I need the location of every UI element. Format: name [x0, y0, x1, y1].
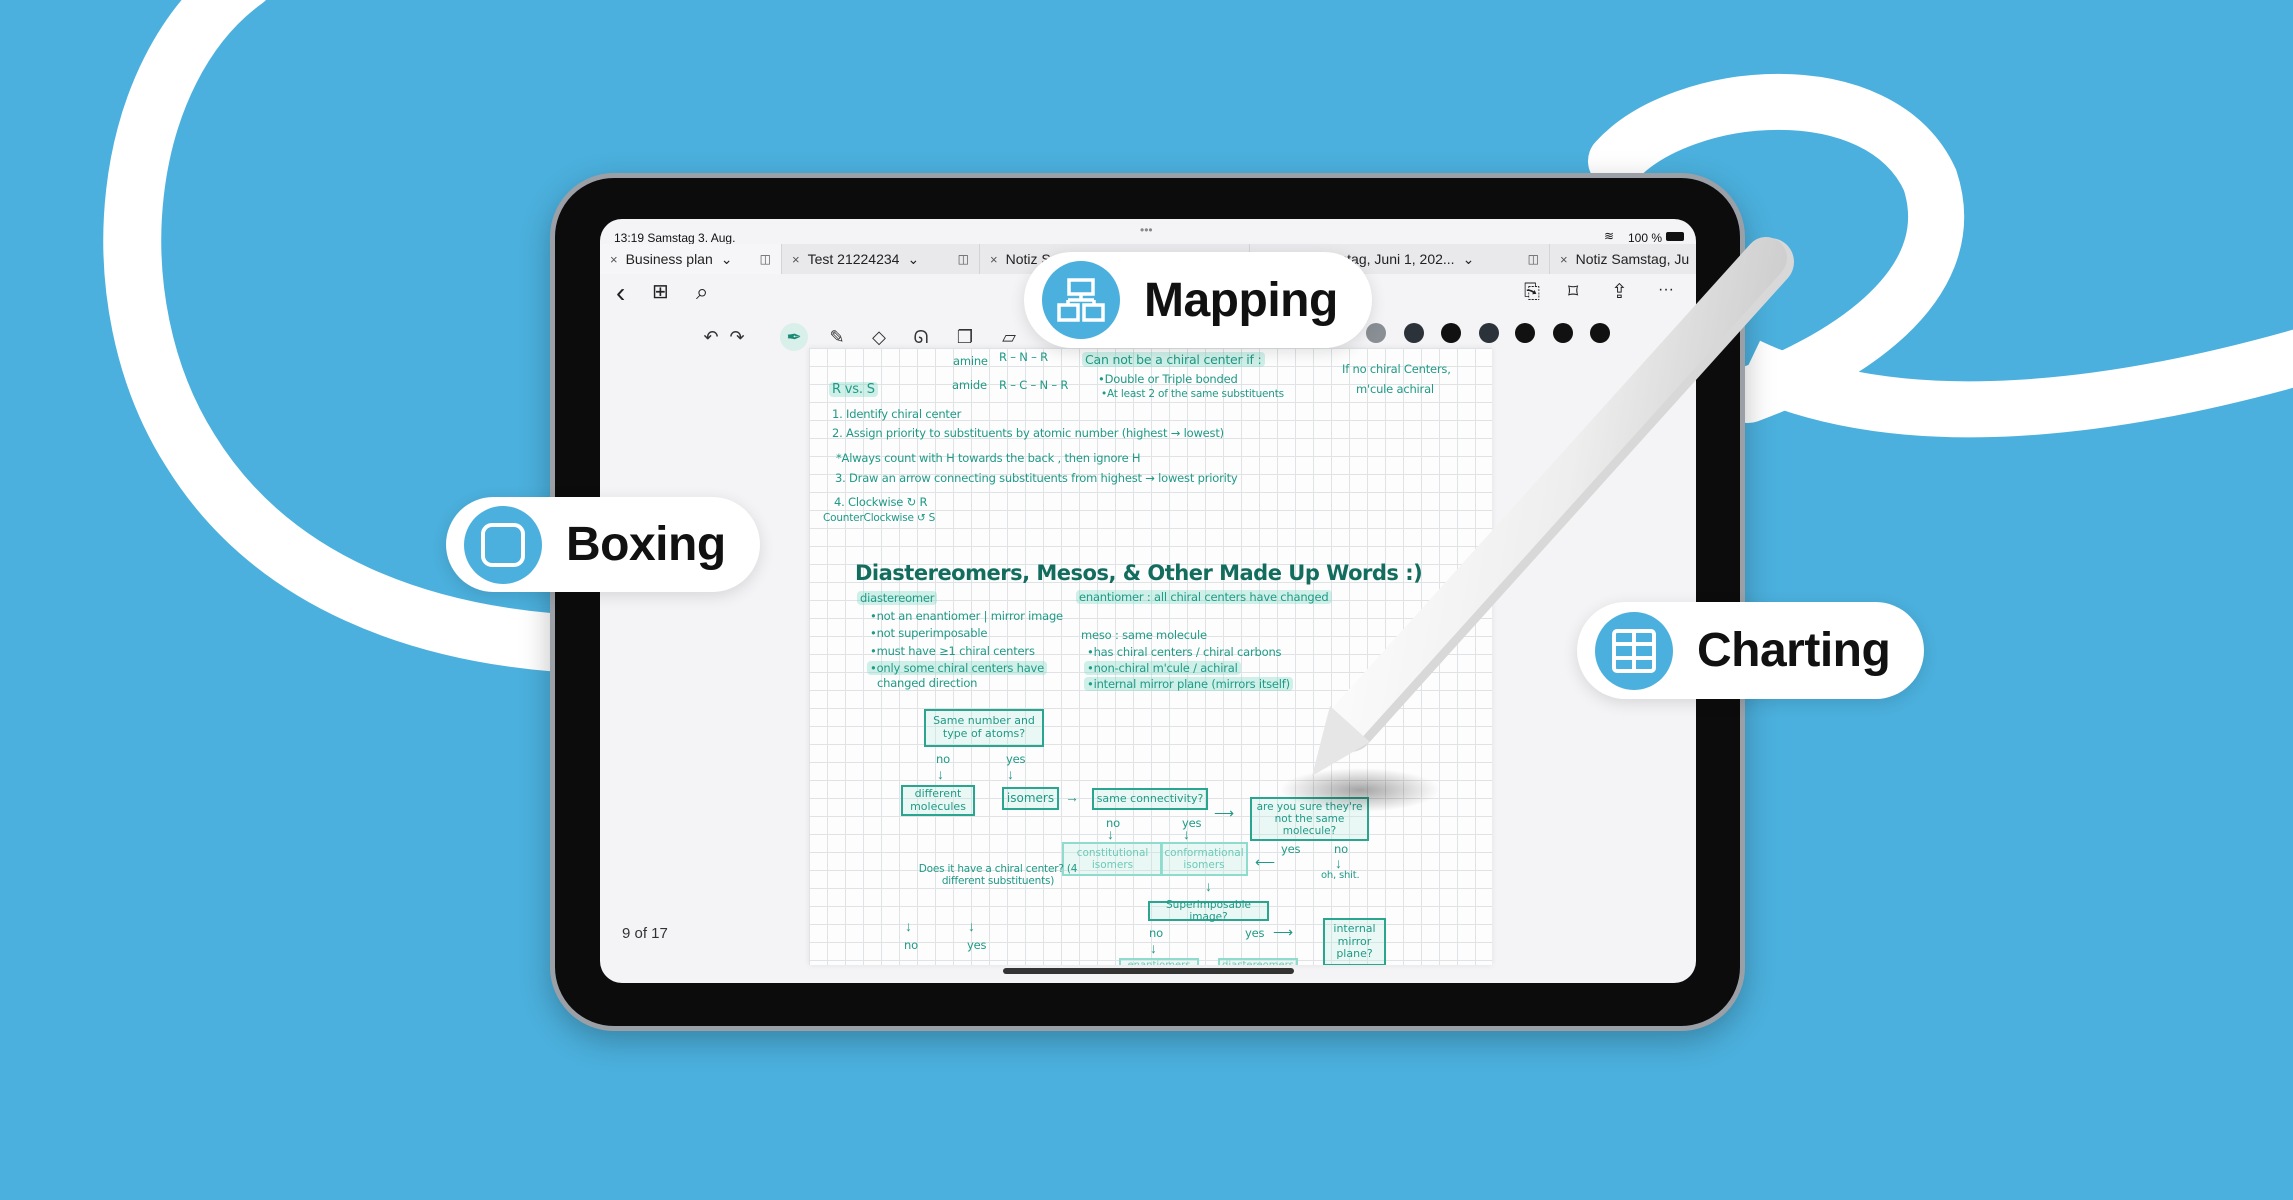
feature-label: Mapping — [1144, 273, 1338, 327]
apple-pencil — [1280, 237, 1794, 812]
charting-icon — [1595, 611, 1673, 690]
feature-label: Boxing — [566, 518, 726, 571]
feature-pill-mapping: Mapping — [1024, 252, 1372, 348]
feature-pill-charting: Charting — [1577, 602, 1925, 699]
mapping-icon — [1042, 261, 1120, 339]
pencil-shadow — [1280, 768, 1440, 812]
feature-pill-boxing: Boxing — [446, 497, 760, 592]
feature-label: Charting — [1697, 624, 1891, 677]
boxing-icon — [464, 505, 542, 584]
